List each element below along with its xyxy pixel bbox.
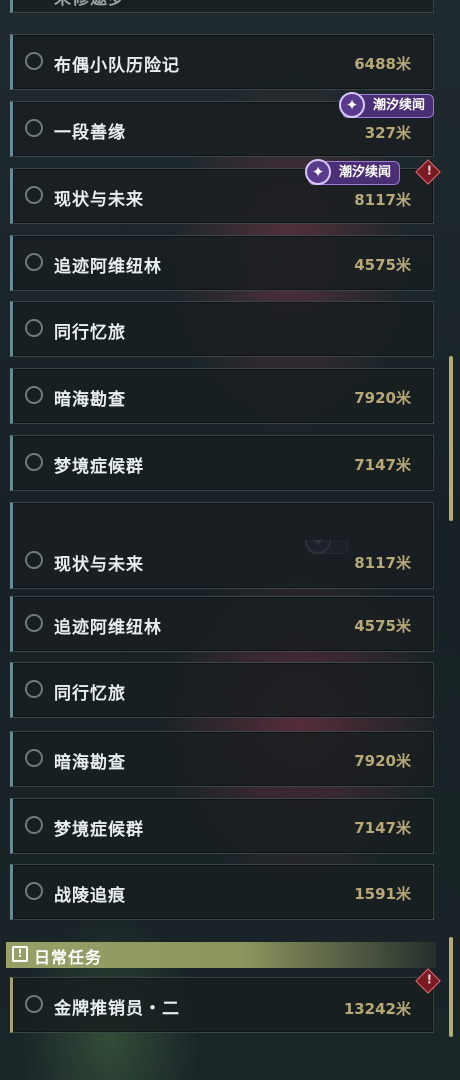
quest-item-daily[interactable]: 金牌推销员・二 13242米 — [10, 977, 434, 1033]
radio-circle-icon[interactable] — [25, 253, 43, 271]
badge-label: 潮汐续闻 — [339, 165, 392, 180]
radio-circle-icon[interactable] — [25, 995, 43, 1013]
quest-item[interactable]: 梦境症候群 7147米 — [10, 798, 434, 854]
quest-title: 同行忆旅 — [54, 323, 126, 343]
tide-story-badge: ✦ 潮汐续闻 — [305, 159, 401, 185]
quest-item[interactable]: 同行忆旅 — [10, 301, 434, 357]
quest-distance: 13242米 — [343, 1000, 411, 1018]
quest-title: 暗海勘查 — [54, 753, 126, 773]
quest-item[interactable]: 追迹阿维纽林 4575米 — [10, 596, 434, 652]
quest-title: 梦境症候群 — [54, 457, 144, 477]
sparkle-star-icon: ✦ — [339, 92, 365, 118]
scrollbar-thumb[interactable] — [449, 356, 453, 521]
quest-title: 追迹阿维纽林 — [54, 257, 162, 277]
radio-circle-icon[interactable] — [25, 319, 43, 337]
tide-story-badge: ✦ 潮汐续闻 — [339, 92, 435, 118]
quest-distance: 4575米 — [354, 256, 411, 274]
radio-circle-icon[interactable] — [25, 680, 43, 698]
quest-list-upper: 未修邀罗 布偶小队历险记 6488米 一段善缘 327米 ✦ 潮汐续闻 现状与未… — [0, 0, 460, 540]
quest-item-partial[interactable] — [10, 502, 434, 540]
radio-circle-icon[interactable] — [25, 453, 43, 471]
quest-distance: 8117米 — [354, 554, 411, 572]
quest-title: 金牌推销员・二 — [54, 999, 180, 1019]
quest-title: 现状与未来 — [54, 190, 144, 210]
quest-title: 布偶小队历险记 — [54, 56, 180, 76]
daily-quests-section-header[interactable]: ! 日常任务 — [6, 942, 436, 968]
quest-distance: 7920米 — [354, 389, 411, 407]
section-title: 日常任务 — [34, 948, 103, 967]
quest-distance: 8117米 — [354, 191, 411, 209]
exclamation-box-icon: ! — [12, 946, 28, 962]
quest-distance: 7147米 — [354, 456, 411, 474]
quest-item[interactable]: 战陵追痕 1591米 — [10, 864, 434, 920]
badge-label: 潮汐续闻 — [373, 98, 426, 113]
radio-circle-icon[interactable] — [25, 816, 43, 834]
scrollbar-thumb[interactable] — [449, 937, 453, 1037]
quest-title: 现状与未来 — [54, 555, 144, 575]
quest-distance: 1591米 — [354, 885, 411, 903]
quest-item[interactable]: 同行忆旅 — [10, 662, 434, 718]
radio-circle-icon[interactable] — [25, 749, 43, 767]
quest-distance: 327米 — [364, 124, 411, 142]
radio-circle-icon[interactable] — [25, 551, 43, 569]
quest-title: 梦境症候群 — [54, 820, 144, 840]
quest-distance: 7147米 — [354, 819, 411, 837]
radio-circle-icon[interactable] — [25, 614, 43, 632]
quest-list-lower: ✦ 现状与未来 8117米 追迹阿维纽林 4575米 同行忆旅 暗海勘查 792… — [0, 540, 460, 1080]
radio-circle-icon[interactable] — [25, 386, 43, 404]
radio-circle-icon[interactable] — [25, 119, 43, 137]
quest-item[interactable]: 梦境症候群 7147米 — [10, 435, 434, 491]
quest-item[interactable]: 追迹阿维纽林 4575米 — [10, 235, 434, 291]
quest-title: 同行忆旅 — [54, 684, 126, 704]
quest-item[interactable]: 暗海勘查 7920米 — [10, 368, 434, 424]
quest-item[interactable]: 暗海勘查 7920米 — [10, 731, 434, 787]
quest-item[interactable]: 布偶小队历险记 6488米 — [10, 34, 434, 90]
radio-circle-icon[interactable] — [25, 52, 43, 70]
quest-distance: 6488米 — [354, 55, 411, 73]
radio-circle-icon[interactable] — [25, 186, 43, 204]
quest-title: 一段善缘 — [54, 123, 126, 143]
quest-distance: 4575米 — [354, 617, 411, 635]
quest-item-partial[interactable]: 未修邀罗 — [10, 0, 434, 13]
radio-circle-icon[interactable] — [25, 882, 43, 900]
quest-title: 未修邀罗 — [54, 0, 126, 9]
quest-title: 战陵追痕 — [54, 886, 126, 906]
quest-title: 暗海勘查 — [54, 390, 126, 410]
sparkle-star-icon: ✦ — [305, 159, 331, 185]
quest-item[interactable]: 现状与未来 8117米 — [10, 540, 434, 589]
quest-title: 追迹阿维纽林 — [54, 618, 162, 638]
quest-distance: 7920米 — [354, 752, 411, 770]
